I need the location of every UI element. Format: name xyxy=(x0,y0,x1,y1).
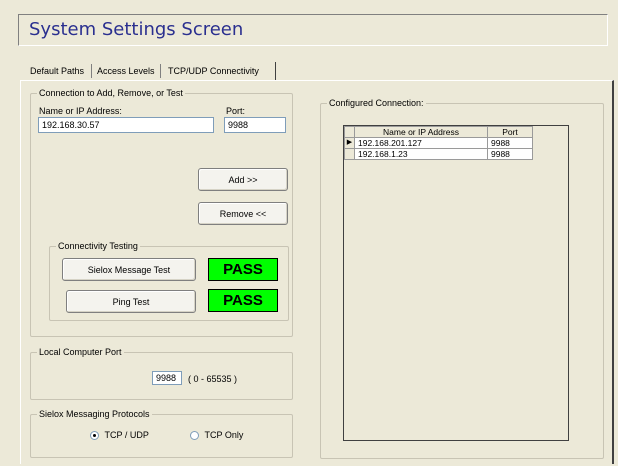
row-selector xyxy=(344,148,355,160)
row-port[interactable]: 9988 xyxy=(487,148,533,160)
protocol-option-tcp-only[interactable]: TCP Only xyxy=(190,430,244,441)
protocols-legend: Sielox Messaging Protocols xyxy=(37,409,152,419)
configured-connection-legend: Configured Connection: xyxy=(327,98,426,108)
add-button[interactable]: Add >> xyxy=(198,168,288,191)
local-port-input[interactable]: 9988 xyxy=(152,371,182,385)
protocol-option-label: TCP / UDP xyxy=(104,430,149,440)
configured-connection-grid[interactable]: Name or IP Address Port ▶ 192.168.201.12… xyxy=(343,125,569,441)
table-row[interactable]: ▶ 192.168.201.127 9988 xyxy=(344,137,533,149)
tab-separator xyxy=(275,62,276,80)
current-row-arrow-icon: ▶ xyxy=(344,137,355,149)
local-port-range: ( 0 - 65535 ) xyxy=(188,374,238,384)
protocol-option-tcp-udp[interactable]: TCP / UDP xyxy=(90,430,149,441)
column-header-address[interactable]: Name or IP Address xyxy=(354,126,488,138)
tab-access-levels[interactable]: Access Levels xyxy=(97,64,155,78)
row-address[interactable]: 192.168.1.23 xyxy=(354,148,488,160)
message-test-result: PASS xyxy=(208,258,278,281)
row-port[interactable]: 9988 xyxy=(487,137,533,149)
row-address[interactable]: 192.168.201.127 xyxy=(354,137,488,149)
tab-tcp-udp[interactable]: TCP/UDP Connectivity xyxy=(168,64,259,78)
address-label: Name or IP Address: xyxy=(39,106,122,116)
local-port-legend: Local Computer Port xyxy=(37,347,124,357)
tab-separator xyxy=(160,64,161,78)
tab-separator xyxy=(91,64,92,78)
title-bar: System Settings Screen xyxy=(18,14,608,46)
tab-default-paths[interactable]: Default Paths xyxy=(30,64,84,78)
remove-button[interactable]: Remove << xyxy=(198,202,288,225)
port-label: Port: xyxy=(226,106,246,116)
ping-test-button[interactable]: Ping Test xyxy=(66,290,196,313)
column-header-port[interactable]: Port xyxy=(487,126,533,138)
connections-table: Name or IP Address Port ▶ 192.168.201.12… xyxy=(344,126,533,160)
message-test-button[interactable]: Sielox Message Test xyxy=(62,258,196,281)
table-row[interactable]: 192.168.1.23 9988 xyxy=(344,148,533,160)
table-header-row: Name or IP Address Port xyxy=(344,126,533,138)
ping-test-result: PASS xyxy=(208,289,278,312)
radio-tcp-udp[interactable] xyxy=(90,431,99,441)
connectivity-testing-legend: Connectivity Testing xyxy=(56,241,140,251)
radio-tcp-only[interactable] xyxy=(190,431,199,441)
page-title: System Settings Screen xyxy=(29,19,244,40)
protocols-group: Sielox Messaging Protocols xyxy=(30,409,293,458)
address-input[interactable]: 192.168.30.57 xyxy=(38,117,214,133)
row-header-corner xyxy=(344,126,355,138)
protocol-option-label: TCP Only xyxy=(204,430,244,440)
connection-group-legend: Connection to Add, Remove, or Test xyxy=(37,88,185,98)
port-input[interactable]: 9988 xyxy=(224,117,286,133)
